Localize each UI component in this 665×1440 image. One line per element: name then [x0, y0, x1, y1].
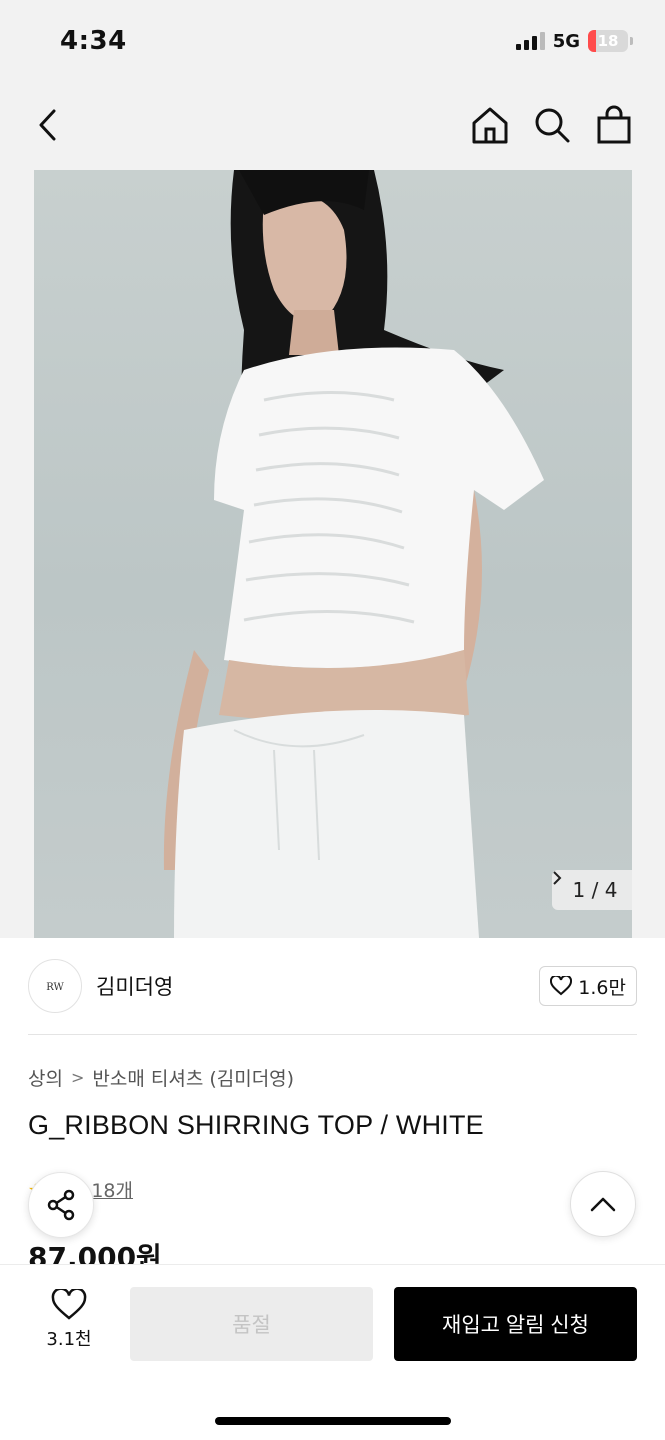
wishlist-button[interactable]: 3.1천 [38, 1289, 100, 1351]
product-image-gallery[interactable]: 1 / 4 [34, 170, 632, 938]
battery-cap [630, 37, 633, 45]
brand-row: RW 김미더영 1.6만 [28, 958, 637, 1014]
image-counter: 1 / 4 [572, 878, 618, 902]
status-time: 4:34 [60, 26, 127, 56]
chevron-left-icon [39, 109, 56, 141]
shopping-bag-icon [597, 105, 631, 144]
breadcrumb-item-category[interactable]: 상의 [28, 1064, 63, 1091]
status-indicators: 5G 18 [515, 30, 633, 52]
bottom-action-bar: 3.1천 품절 재입고 알림 신청 [0, 1264, 665, 1440]
breadcrumb: 상의 > 반소매 티셔츠 (김미더영) [28, 1064, 294, 1091]
signal-icon [515, 32, 545, 50]
brand-like-button[interactable]: 1.6만 [539, 966, 637, 1006]
search-button[interactable] [528, 101, 576, 149]
chevron-right-icon [553, 871, 562, 885]
svg-text:RW: RW [46, 982, 64, 993]
battery-icon: 18 [588, 30, 628, 52]
share-button[interactable] [28, 1172, 94, 1238]
wishlist-count: 3.1천 [46, 1329, 92, 1350]
breadcrumb-item-subcategory[interactable]: 반소매 티셔츠 (김미더영) [92, 1064, 294, 1091]
home-indicator [215, 1417, 451, 1425]
home-button[interactable] [466, 101, 514, 149]
product-photo [163, 170, 544, 938]
heart-icon [51, 1289, 87, 1320]
scroll-top-button[interactable] [570, 1171, 636, 1237]
cart-button[interactable] [590, 101, 638, 149]
divider [28, 1034, 637, 1035]
product-info: RW 김미더영 1.6만 상의 > 반소매 티셔츠 (김미더영) G_RIBBO… [0, 938, 665, 1274]
brand-logo[interactable]: RW [28, 959, 82, 1013]
chevron-up-icon [590, 1197, 616, 1212]
product-title: G_RIBBON SHIRRING TOP / WHITE [28, 1110, 484, 1140]
soldout-button: 품절 [130, 1287, 373, 1361]
heart-icon [550, 976, 573, 996]
back-button[interactable] [24, 101, 72, 149]
home-icon [472, 107, 508, 144]
status-bar: 4:34 5G 18 [0, 0, 665, 86]
search-icon [535, 108, 570, 143]
brand-name[interactable]: 김미더영 [96, 971, 173, 1001]
network-type: 5G [552, 30, 580, 52]
battery-level: 18 [597, 32, 619, 50]
breadcrumb-separator-icon: > [70, 1068, 85, 1087]
image-counter-button[interactable]: 1 / 4 [552, 870, 632, 910]
top-nav-bar [0, 95, 665, 155]
brand-like-count: 1.6만 [578, 976, 626, 999]
share-icon [47, 1189, 75, 1221]
brand-logo-icon: RW [46, 982, 64, 993]
restock-alert-button[interactable]: 재입고 알림 신청 [394, 1287, 637, 1361]
